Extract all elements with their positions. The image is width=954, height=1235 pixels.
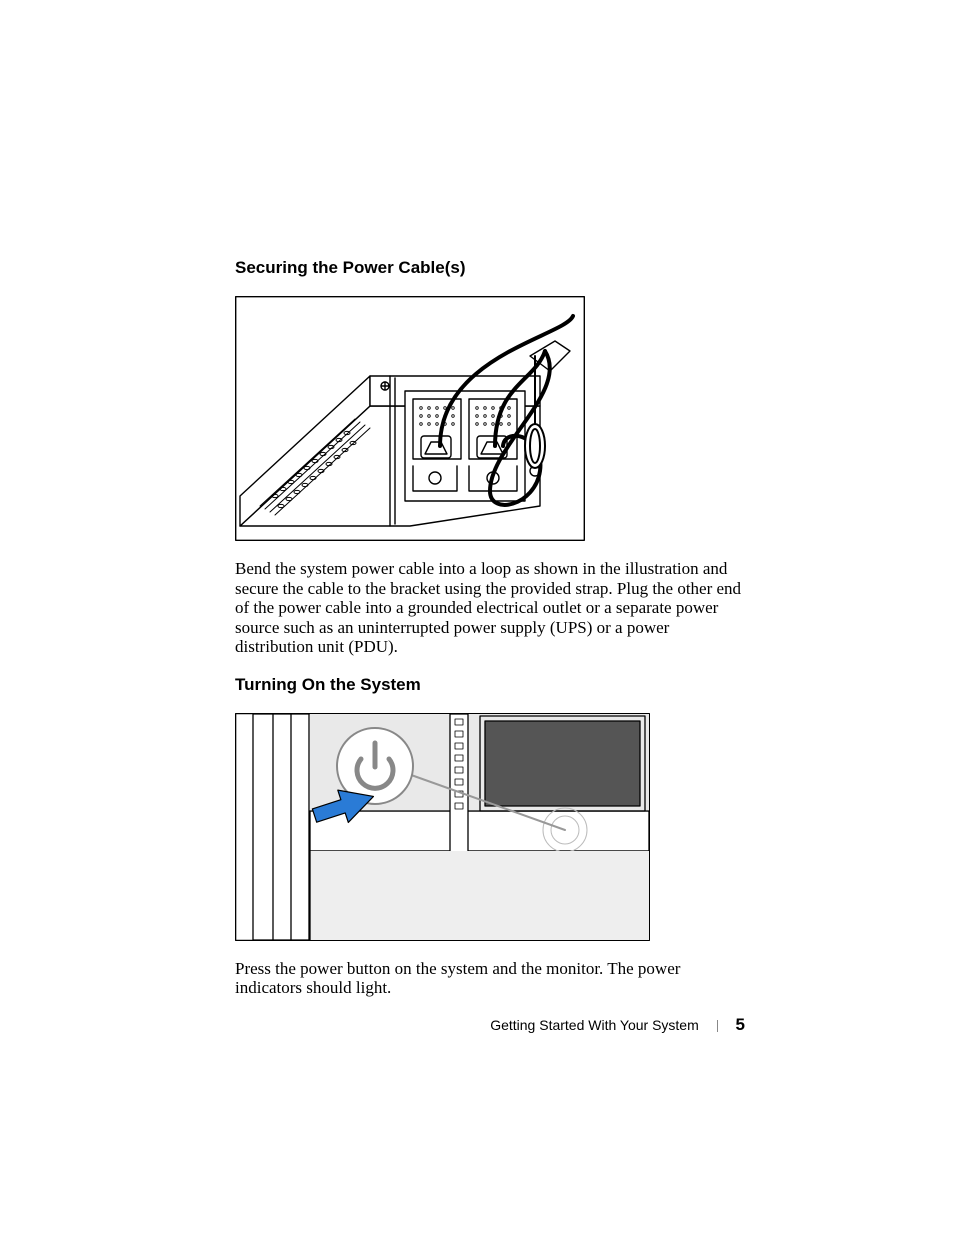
footer-separator xyxy=(717,1020,718,1032)
paragraph-securing-power-cable: Bend the system power cable into a loop … xyxy=(235,559,745,657)
footer-chapter-title: Getting Started With Your System xyxy=(490,1017,699,1033)
figure-power-cable-loop xyxy=(235,296,745,541)
page-content: Securing the Power Cable(s) xyxy=(235,258,745,1016)
figure-power-button-press xyxy=(235,713,745,941)
heading-securing-power-cable: Securing the Power Cable(s) xyxy=(235,258,745,278)
power-button-press-illustration-icon xyxy=(235,713,650,941)
page-footer: Getting Started With Your System 5 xyxy=(235,1015,745,1035)
paragraph-turning-on-system: Press the power button on the system and… xyxy=(235,959,745,998)
heading-turning-on-system: Turning On the System xyxy=(235,675,745,695)
document-page: Securing the Power Cable(s) xyxy=(0,0,954,1235)
footer-page-number: 5 xyxy=(736,1015,745,1034)
power-cable-loop-illustration-icon xyxy=(235,296,585,541)
